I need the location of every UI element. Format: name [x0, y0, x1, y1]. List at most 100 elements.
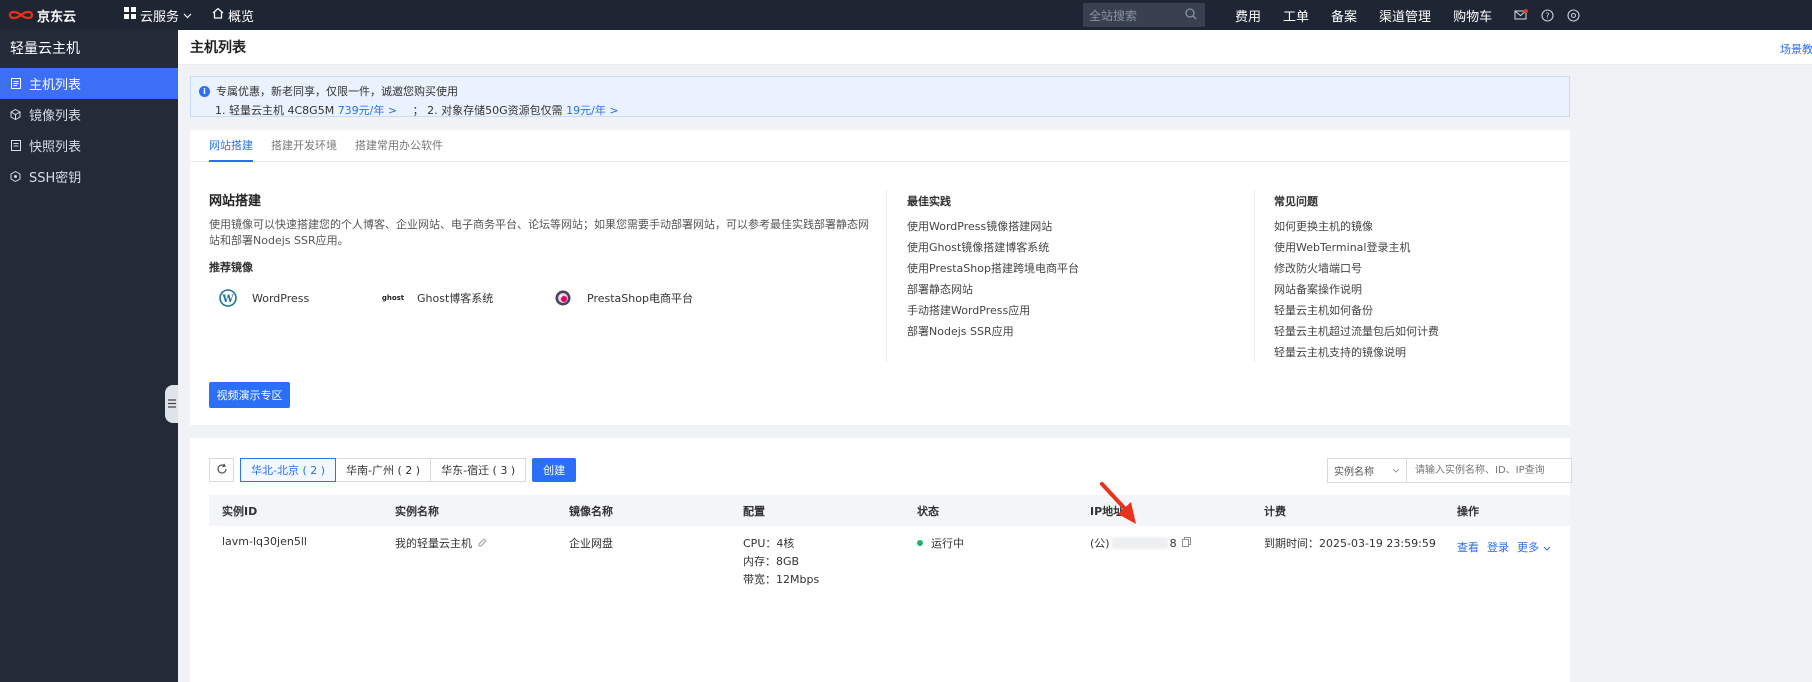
refresh-button[interactable]: [209, 458, 234, 482]
chevron-down-icon: [1392, 465, 1400, 476]
best-practice-link[interactable]: 部署Nodejs SSR应用: [907, 324, 1079, 345]
region-tab-beijing[interactable]: 华北-北京 ( 2 ): [240, 458, 337, 482]
brand-logo-icon: [8, 8, 34, 22]
faq-link[interactable]: 轻量云主机超过流量包后如何计费: [1274, 324, 1439, 345]
column-header-instance-id: 实例ID: [222, 504, 258, 518]
tab-office-software[interactable]: 搭建常用办公软件: [355, 130, 443, 162]
image-name: 企业网盘: [569, 537, 613, 550]
video-demo-button[interactable]: 视频演示专区: [209, 382, 290, 408]
image-name: PrestaShop电商平台: [587, 292, 693, 305]
instance-id: lavm-lq30jen5ll: [222, 535, 307, 548]
faq-link[interactable]: 轻量云主机支持的镜像说明: [1274, 345, 1439, 366]
annotation-arrow-icon: [1100, 482, 1136, 524]
sidebar-item-ssh-key[interactable]: SSH密钥: [0, 161, 178, 192]
image-icon: [10, 109, 21, 120]
sidebar: 轻量云主机 主机列表 镜像列表 快照列表 SSH密钥: [0, 30, 178, 682]
website-building-section: 网站搭建 使用镜像可以快速搭建您的个人博客、企业网站、电子商务平台、论坛等网站；…: [209, 190, 874, 307]
best-practice-link[interactable]: 手动搭建WordPress应用: [907, 303, 1079, 324]
best-practice-link[interactable]: 部署静态网站: [907, 282, 1079, 303]
column-header-actions: 操作: [1457, 504, 1479, 518]
create-instance-button[interactable]: 创建: [532, 458, 577, 482]
cart-link[interactable]: 购物车: [1453, 6, 1492, 25]
login-action[interactable]: 登录: [1487, 539, 1509, 555]
help-icon[interactable]: ?: [1540, 8, 1554, 22]
scene-tutorial-link[interactable]: 场景教程: [1780, 41, 1812, 57]
icp-filing-link[interactable]: 备案: [1331, 6, 1357, 25]
memory-spec: 内存：8GB: [743, 555, 800, 568]
faq-title: 常见问题: [1274, 195, 1318, 208]
instance-search: 实例名称: [1327, 458, 1572, 483]
ip-cell: (公) 8: [1078, 535, 1252, 551]
sidebar-item-label: SSH密钥: [29, 171, 82, 186]
notice-headline: 专属优惠，新老同享，仅限一件，诚邀您购买使用: [216, 85, 458, 98]
image-name: WordPress: [252, 291, 310, 305]
jd-cloud-logo[interactable]: 京东云: [0, 0, 110, 30]
sidebar-item-snapshot-list[interactable]: 快照列表: [0, 130, 178, 161]
section-description: 使用镜像可以快速搭建您的个人博客、企业网站、电子商务平台、论坛等网站；如果您需要…: [209, 218, 869, 247]
cpu-spec: CPU：4核: [743, 537, 795, 550]
promo-notice-banner: i 专属优惠，新老同享，仅限一件，诚邀您购买使用 1. 轻量云主机 4C8G5M…: [190, 76, 1570, 117]
best-practice-link[interactable]: 使用WordPress镜像搭建网站: [907, 219, 1079, 240]
billing-cell: 到期时间：2025-03-19 23:59:59: [1264, 537, 1436, 550]
image-ghost[interactable]: ghost Ghost博客系统: [379, 289, 549, 307]
promo-item-1-price-link[interactable]: 739元/年 >: [338, 104, 397, 117]
page-header: 主机列表 场景教程: [178, 30, 1812, 65]
status-cell: 运行中: [905, 535, 1078, 551]
mail-icon[interactable]: [1514, 8, 1529, 22]
best-practices-column: 最佳实践 使用WordPress镜像搭建网站 使用Ghost镜像搭建博客系统 使…: [907, 193, 1079, 345]
channel-management-link[interactable]: 渠道管理: [1379, 6, 1431, 25]
search-field-select[interactable]: 实例名称: [1327, 458, 1407, 483]
search-icon: [1185, 7, 1197, 23]
settings-icon[interactable]: [1566, 8, 1580, 22]
best-practice-link[interactable]: 使用PrestaShop搭建跨境电商平台: [907, 261, 1079, 282]
refresh-icon: [216, 463, 228, 478]
key-icon: [10, 171, 21, 182]
edit-icon[interactable]: [475, 538, 487, 550]
region-tab-guangzhou[interactable]: 华南-广州 ( 2 ): [335, 458, 432, 482]
host-list-icon: [10, 78, 21, 89]
best-practice-link[interactable]: 使用Ghost镜像搭建博客系统: [907, 240, 1079, 261]
search-field-selected: 实例名称: [1334, 467, 1374, 478]
cloud-services-label: 云服务: [140, 9, 180, 25]
global-search-input[interactable]: 全站搜索: [1083, 3, 1205, 27]
column-header-instance-name: 实例名称: [395, 504, 439, 518]
tab-website-building[interactable]: 网站搭建: [209, 130, 253, 162]
sidebar-collapse-handle[interactable]: [165, 385, 178, 423]
cloud-services-menu[interactable]: 云服务: [124, 6, 192, 25]
instances-toolbar: 华北-北京 ( 2 ) 华南-广州 ( 2 ) 华东-宿迁 ( 3 ) 创建: [209, 458, 577, 482]
svg-text:?: ?: [1545, 11, 1549, 20]
faq-link[interactable]: 网站备案操作说明: [1274, 282, 1439, 303]
promo-item-2-price-link[interactable]: 19元/年 >: [566, 104, 618, 117]
instances-table: 实例ID 实例名称 镜像名称 配置 状态 IP地址 计费 操作 lavm-lq3…: [209, 495, 1570, 586]
region-tab-suqian[interactable]: 华东-宿迁 ( 3 ): [430, 458, 527, 482]
column-divider: [1254, 190, 1255, 362]
image-wordpress[interactable]: W WordPress: [209, 289, 379, 307]
view-action[interactable]: 查看: [1457, 539, 1479, 555]
column-header-config: 配置: [743, 504, 765, 518]
faq-link[interactable]: 轻量云主机如何备份: [1274, 303, 1439, 324]
ip-suffix: 8: [1169, 536, 1177, 550]
faq-link[interactable]: 修改防火墙端口号: [1274, 261, 1439, 282]
sidebar-item-label: 镜像列表: [29, 109, 82, 124]
instance-search-input[interactable]: [1407, 458, 1572, 483]
column-header-image-name: 镜像名称: [569, 504, 613, 518]
more-action[interactable]: 更多: [1517, 539, 1551, 555]
faq-link[interactable]: 使用WebTerminal登录主机: [1274, 240, 1439, 261]
table-header: 实例ID 实例名称 镜像名称 配置 状态 IP地址 计费 操作: [209, 495, 1570, 526]
faq-link[interactable]: 如何更换主机的镜像: [1274, 219, 1439, 240]
bandwidth-spec: 带宽：12Mbps: [743, 573, 820, 586]
sidebar-item-image-list[interactable]: 镜像列表: [0, 99, 178, 130]
billing-link[interactable]: 费用: [1235, 6, 1261, 25]
menu-icon: [167, 397, 176, 411]
quick-start-tabs: 网站搭建 搭建开发环境 搭建常用办公软件: [190, 130, 1570, 162]
sidebar-item-host-list[interactable]: 主机列表: [0, 68, 178, 99]
ticket-link[interactable]: 工单: [1283, 6, 1309, 25]
copy-icon[interactable]: [1181, 536, 1191, 550]
grid-icon: [124, 7, 136, 23]
tab-dev-environment[interactable]: 搭建开发环境: [271, 130, 337, 162]
image-name: Ghost博客系统: [417, 292, 494, 305]
image-prestashop[interactable]: PrestaShop电商平台: [549, 289, 729, 307]
overview-link[interactable]: 概览: [212, 6, 254, 25]
column-divider: [886, 190, 887, 362]
running-status-dot: [917, 540, 923, 546]
